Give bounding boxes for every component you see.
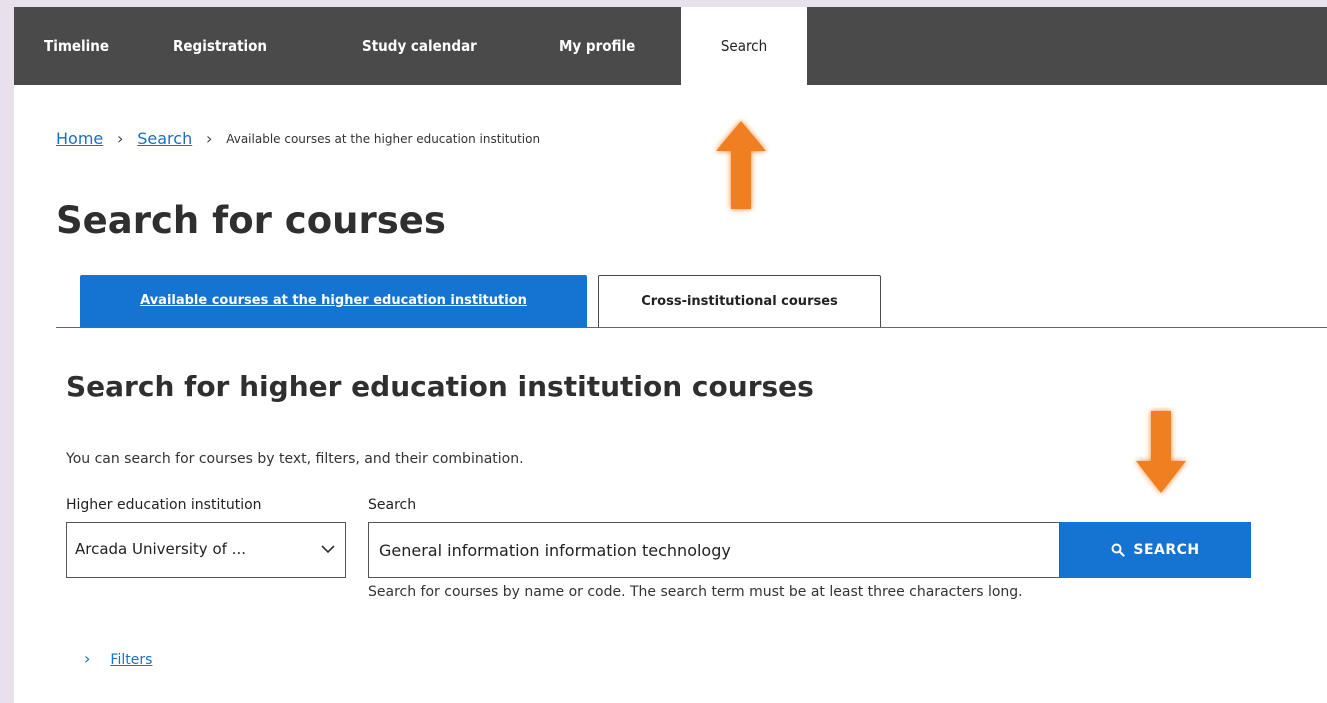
nav-registration[interactable]: Registration [173, 7, 267, 85]
page-title: Search for courses [56, 199, 446, 242]
arrow-down-annotation-icon [1136, 411, 1186, 493]
nav-my-profile[interactable]: My profile [559, 7, 635, 85]
section-title: Search for higher education institution … [66, 370, 814, 403]
filters-link[interactable]: Filters [110, 652, 152, 668]
chevron-right-icon: › [117, 129, 124, 148]
institution-select[interactable]: Arcada University of ... [66, 522, 346, 578]
search-label: Search [368, 497, 417, 513]
search-icon [1111, 543, 1125, 557]
institution-label: Higher education institution [66, 497, 262, 513]
institution-select-value: Arcada University of ... [75, 540, 246, 558]
top-navigation: Timeline Registration Study calendar My … [14, 7, 1327, 85]
nav-search[interactable]: Search [681, 7, 807, 85]
nav-study-calendar[interactable]: Study calendar [362, 7, 477, 85]
chevron-down-icon [321, 545, 335, 554]
tab-cross-institutional-courses[interactable]: Cross-institutional courses [598, 275, 881, 327]
chevron-right-icon: › [206, 129, 213, 148]
breadcrumb-search-link[interactable]: Search [137, 129, 192, 148]
search-button[interactable]: SEARCH [1060, 522, 1251, 578]
filters-toggle[interactable]: › Filters [84, 649, 152, 668]
search-input[interactable] [368, 522, 1060, 578]
breadcrumb-current: Available courses at the higher educatio… [226, 132, 541, 146]
chevron-right-icon: › [84, 649, 91, 668]
page: Timeline Registration Study calendar My … [14, 7, 1327, 703]
tab-divider [56, 327, 1327, 328]
nav-timeline[interactable]: Timeline [44, 7, 109, 85]
breadcrumb: Home › Search › Available courses at the hig… [56, 129, 540, 148]
search-help-text: Search for courses by name or code. The … [368, 584, 1023, 600]
breadcrumb-home-link[interactable]: Home [56, 129, 103, 148]
search-button-label: SEARCH [1133, 542, 1200, 558]
arrow-up-annotation-icon [716, 121, 766, 209]
tab-available-courses[interactable]: Available courses at the higher educatio… [80, 275, 587, 327]
section-intro: You can search for courses by text, filt… [66, 451, 524, 467]
